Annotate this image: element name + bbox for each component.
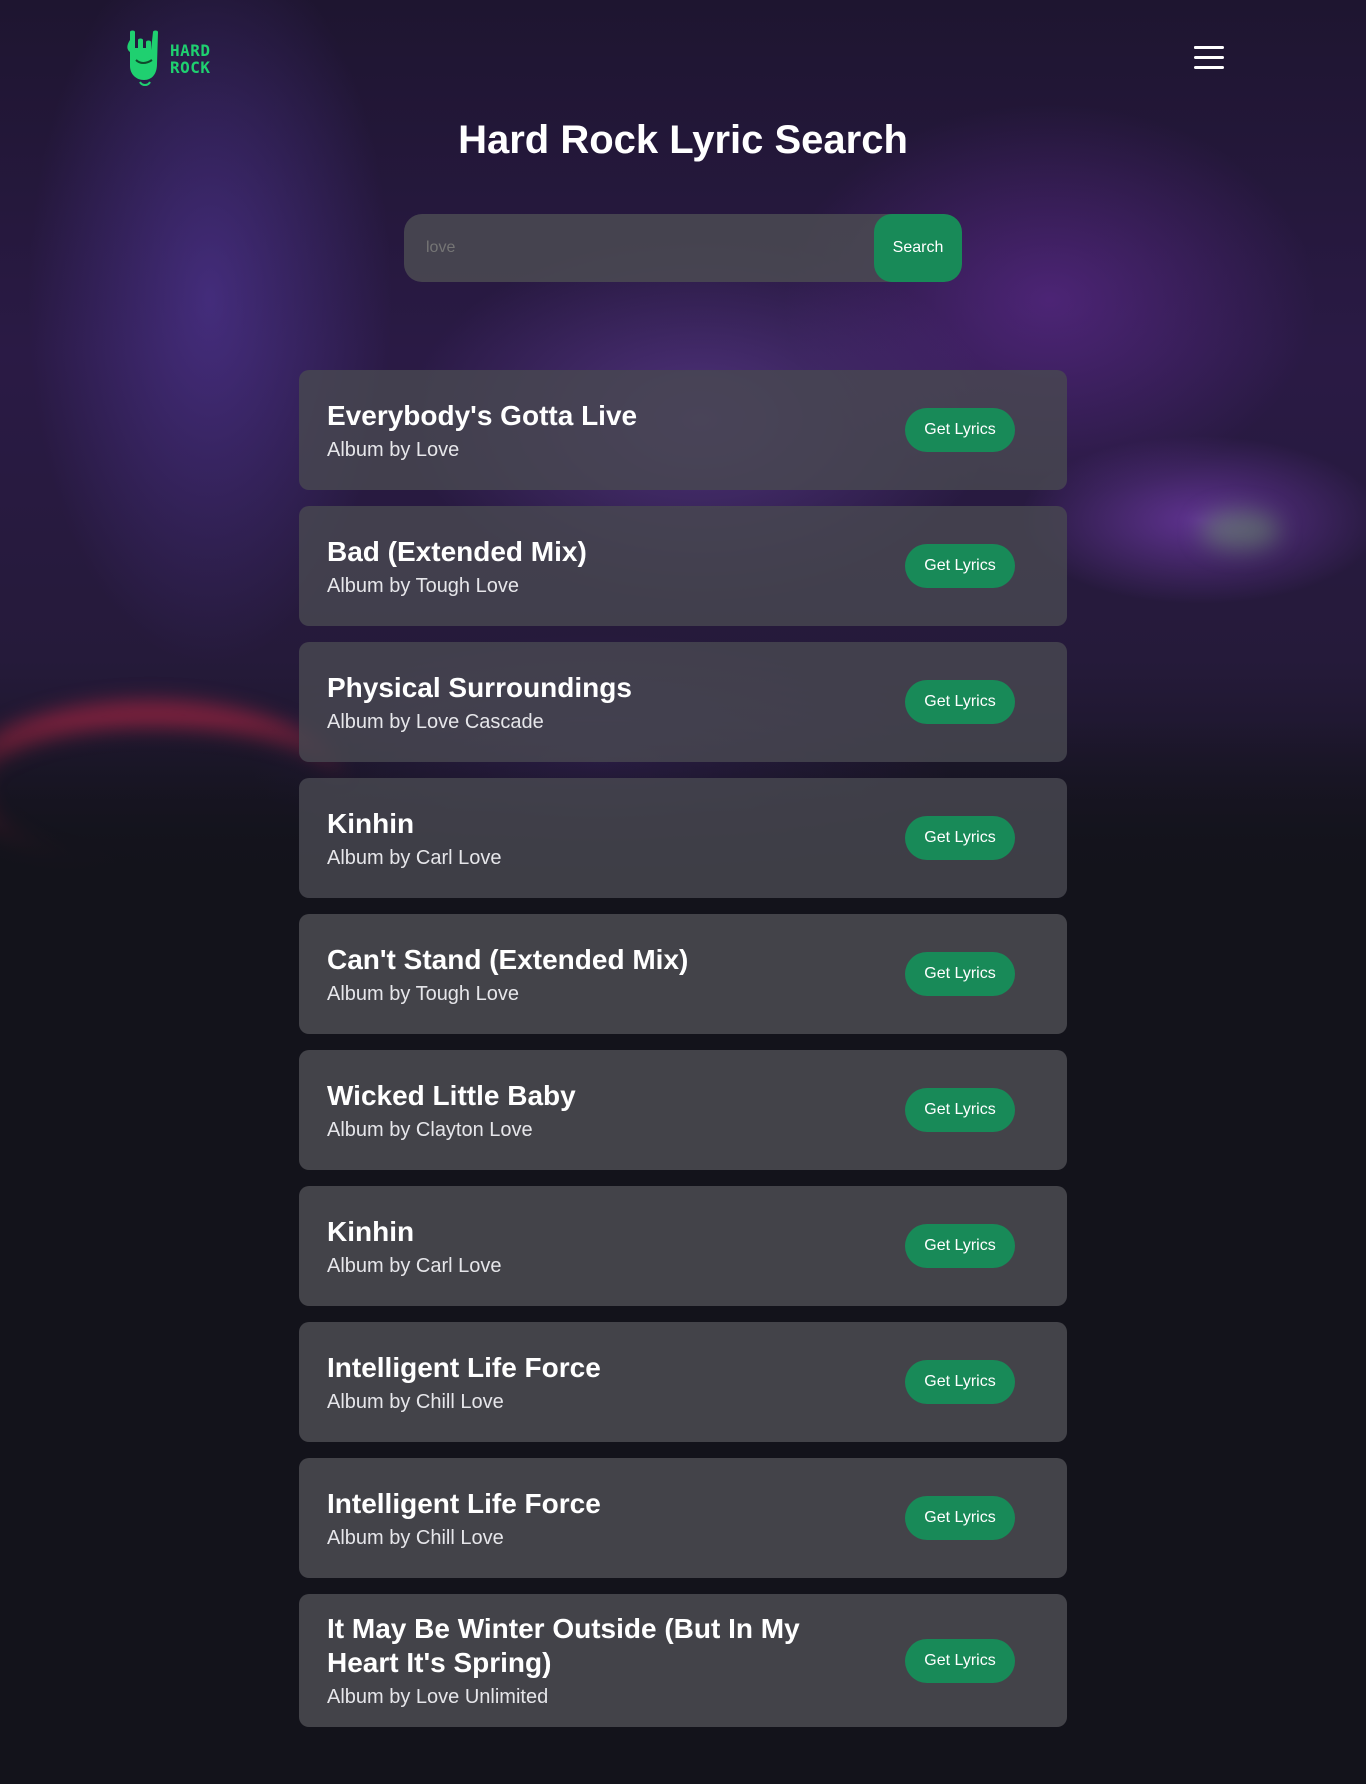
- song-title: It May Be Winter Outside (But In My Hear…: [327, 1613, 800, 1678]
- result-text: It May Be Winter Outside (But In My Hear…: [327, 1612, 847, 1709]
- get-lyrics-button[interactable]: Get Lyrics: [905, 544, 1015, 588]
- song-artist: Album by Tough Love: [327, 574, 519, 597]
- page-title: Hard Rock Lyric Search: [458, 118, 908, 162]
- menu-dot: [1194, 46, 1198, 49]
- result-item: Intelligent Life Force Album by Chill Lo…: [299, 1458, 1067, 1578]
- get-lyrics-button[interactable]: Get Lyrics: [905, 1496, 1015, 1540]
- page: HARD ROCK Hard Rock Lyric Search Search …: [0, 0, 1366, 1784]
- result-item: It May Be Winter Outside (But In My Hear…: [299, 1594, 1067, 1727]
- song-artist: Album by Carl Love: [327, 1254, 502, 1277]
- song-artist: Album by Love Cascade: [327, 710, 544, 733]
- song-artist: Album by Carl Love: [327, 846, 502, 869]
- result-item: Can't Stand (Extended Mix) Album by Toug…: [299, 914, 1067, 1034]
- result-item: Wicked Little Baby Album by Clayton Love…: [299, 1050, 1067, 1170]
- result-text: Intelligent Life Force Album by Chill Lo…: [327, 1351, 601, 1414]
- result-text: Intelligent Life Force Album by Chill Lo…: [327, 1487, 601, 1550]
- rock-hand-icon: [127, 30, 158, 86]
- song-title: Intelligent Life Force: [327, 1487, 601, 1519]
- song-title: Bad (Extended Mix): [327, 535, 587, 567]
- song-artist: Album by Love: [327, 438, 460, 461]
- song-artist: Album by Chill Love: [327, 1390, 504, 1413]
- song-title: Intelligent Life Force: [327, 1351, 601, 1383]
- search-input[interactable]: [404, 214, 874, 282]
- menu-line: [1194, 66, 1224, 69]
- result-item: Kinhin Album by Carl Love Get Lyrics: [299, 1186, 1067, 1306]
- get-lyrics-button[interactable]: Get Lyrics: [905, 680, 1015, 724]
- get-lyrics-button[interactable]: Get Lyrics: [905, 1638, 1015, 1683]
- song-artist: Album by Chill Love: [327, 1526, 504, 1549]
- result-text: Can't Stand (Extended Mix) Album by Toug…: [327, 943, 688, 1006]
- song-title: Kinhin: [327, 1215, 415, 1247]
- result-item: Intelligent Life Force Album by Chill Lo…: [299, 1322, 1067, 1442]
- result-text: Kinhin Album by Carl Love: [327, 807, 502, 870]
- result-item: Kinhin Album by Carl Love Get Lyrics: [299, 778, 1067, 898]
- result-text: Kinhin Album by Carl Love: [327, 1215, 502, 1278]
- result-item: Everybody's Gotta Live Album by Love Get…: [299, 370, 1067, 490]
- get-lyrics-button[interactable]: Get Lyrics: [905, 1360, 1015, 1404]
- result-item: Physical Surroundings Album by Love Casc…: [299, 642, 1067, 762]
- song-artist: Album by Tough Love: [327, 982, 519, 1005]
- result-text: Physical Surroundings Album by Love Casc…: [327, 671, 632, 734]
- result-item: Bad (Extended Mix) Album by Tough Love G…: [299, 506, 1067, 626]
- song-title: Everybody's Gotta Live: [327, 399, 638, 431]
- logo-text-line2: ROCK: [170, 58, 211, 77]
- get-lyrics-button[interactable]: Get Lyrics: [905, 408, 1015, 452]
- logo[interactable]: HARD ROCK: [124, 30, 211, 88]
- result-text: Bad (Extended Mix) Album by Tough Love: [327, 535, 587, 598]
- search-button[interactable]: Search: [874, 214, 962, 282]
- song-title: Kinhin: [327, 807, 415, 839]
- song-artist: Album by Love Unlimited: [327, 1686, 549, 1708]
- song-artist: Album by Clayton Love: [327, 1118, 533, 1141]
- get-lyrics-button[interactable]: Get Lyrics: [905, 952, 1015, 996]
- search-form: Search: [404, 214, 962, 282]
- menu-line: [1194, 46, 1224, 49]
- result-text: Everybody's Gotta Live Album by Love: [327, 399, 637, 462]
- song-title: Physical Surroundings: [327, 671, 632, 703]
- logo-text-line1: HARD: [170, 41, 211, 60]
- song-title: Wicked Little Baby: [327, 1079, 576, 1111]
- get-lyrics-button[interactable]: Get Lyrics: [905, 1088, 1015, 1132]
- song-title: Can't Stand (Extended Mix): [327, 943, 689, 975]
- hamburger-menu-icon[interactable]: [1190, 46, 1224, 70]
- results-list: Everybody's Gotta Live Album by Love Get…: [299, 370, 1067, 1743]
- get-lyrics-button[interactable]: Get Lyrics: [905, 816, 1015, 860]
- menu-line: [1194, 56, 1224, 59]
- result-text: Wicked Little Baby Album by Clayton Love: [327, 1079, 576, 1142]
- logo-text: HARD ROCK: [170, 42, 211, 76]
- get-lyrics-button[interactable]: Get Lyrics: [905, 1224, 1015, 1268]
